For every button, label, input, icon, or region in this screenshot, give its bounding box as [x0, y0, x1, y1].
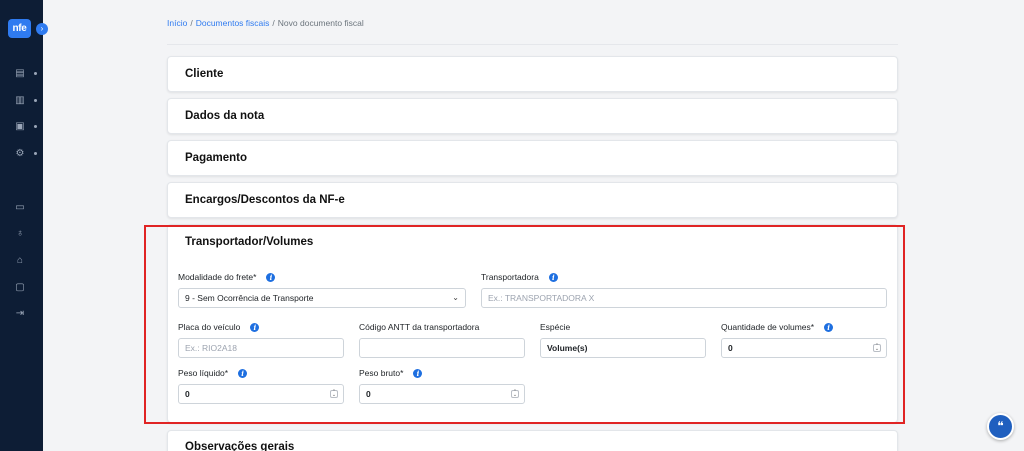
- section-dados-da-nota[interactable]: Dados da nota: [167, 98, 898, 134]
- logout-icon[interactable]: ⇥: [14, 308, 26, 320]
- stepper-icon[interactable]: ⌃ ⌄: [511, 390, 519, 398]
- chat-support-button[interactable]: ❝: [987, 413, 1014, 440]
- info-icon[interactable]: i: [413, 369, 423, 379]
- microphone-icon[interactable]: ♁: [14, 228, 26, 240]
- section-cliente[interactable]: Cliente: [167, 56, 898, 92]
- section-title: Encargos/Descontos da NF-e: [185, 194, 345, 206]
- placeholder-text: Ex.: RIO2A18: [185, 343, 237, 353]
- chevron-right-icon[interactable]: ›: [36, 23, 48, 35]
- info-icon[interactable]: i: [266, 273, 276, 283]
- transportadora-label: Transportadora i: [481, 272, 558, 283]
- breadcrumb-current: Novo documento fiscal: [277, 18, 364, 28]
- breadcrumb-separator: /: [272, 18, 275, 28]
- breadcrumb: Início / Documentos fiscais / Novo documento…: [167, 18, 364, 28]
- breadcrumb-separator: /: [190, 18, 193, 28]
- modalidade-frete-label: Modalidade do frete* i: [178, 272, 276, 283]
- chat-icon[interactable]: ▭: [14, 202, 26, 214]
- label-text: Peso bruto*: [359, 368, 404, 378]
- submenu-indicator: [34, 152, 37, 155]
- section-encargos-descontos[interactable]: Encargos/Descontos da NF-e: [167, 182, 898, 218]
- chevron-down-icon: ⌄: [452, 293, 459, 302]
- label-text: Quantidade de volumes*: [721, 322, 815, 332]
- breadcrumb-home[interactable]: Início: [167, 18, 187, 28]
- transportadora-input[interactable]: Ex.: TRANSPORTADORA X: [481, 288, 887, 308]
- label-text: Placa do veículo: [178, 322, 241, 332]
- divider: [167, 44, 898, 45]
- breadcrumb-documents[interactable]: Documentos fiscais: [196, 18, 270, 28]
- especie-input[interactable]: Volume(s): [540, 338, 706, 358]
- quantidade-volumes-label: Quantidade de volumes* i: [721, 322, 834, 333]
- placa-veiculo-input[interactable]: Ex.: RIO2A18: [178, 338, 344, 358]
- info-icon[interactable]: i: [548, 273, 558, 283]
- section-observacoes-gerais[interactable]: Observações gerais: [167, 430, 898, 451]
- info-icon[interactable]: i: [250, 323, 260, 333]
- submenu-indicator: [34, 125, 37, 128]
- section-transportador-volumes: Transportador/Volumes Modalidade do fret…: [167, 224, 898, 423]
- list-icon[interactable]: ▤: [14, 68, 26, 80]
- peso-bruto-label: Peso bruto* i: [359, 368, 423, 379]
- peso-liquido-label: Peso líquido* i: [178, 368, 248, 379]
- lock-icon[interactable]: ⌂: [14, 255, 26, 267]
- submenu-indicator: [34, 72, 37, 75]
- label-text: Modalidade do frete*: [178, 272, 257, 282]
- section-title: Pagamento: [185, 152, 247, 164]
- section-title[interactable]: Transportador/Volumes: [185, 236, 313, 248]
- section-pagamento[interactable]: Pagamento: [167, 140, 898, 176]
- input-value: 0: [728, 343, 733, 353]
- sidebar: nfe ▤ ▥ ▣ ⚙ ▭ ♁ ⌂ ▢ ⇥: [0, 0, 43, 451]
- peso-bruto-input[interactable]: 0 ⌃ ⌄: [359, 384, 525, 404]
- codigo-antt-label: Código ANTT da transportadora: [359, 322, 480, 332]
- stepper-icon[interactable]: ⌃ ⌄: [330, 390, 338, 398]
- input-value: Volume(s): [547, 343, 588, 353]
- section-title: Observações gerais: [185, 441, 295, 451]
- folder-icon[interactable]: ▣: [14, 121, 26, 133]
- section-title: Dados da nota: [185, 110, 265, 122]
- modalidade-frete-select[interactable]: 9 - Sem Ocorrência de Transporte ⌄: [178, 288, 466, 308]
- placa-veiculo-label: Placa do veículo i: [178, 322, 260, 333]
- quantidade-volumes-input[interactable]: 0 ⌃ ⌄: [721, 338, 887, 358]
- submenu-indicator: [34, 99, 37, 102]
- chat-bubble-icon: ❝: [997, 419, 1004, 433]
- section-title: Cliente: [185, 68, 224, 80]
- app-logo[interactable]: nfe: [8, 19, 31, 38]
- label-text: Transportadora: [481, 272, 539, 282]
- monitor-icon[interactable]: ▢: [14, 282, 26, 294]
- label-text: Peso líquido*: [178, 368, 229, 378]
- chart-icon[interactable]: ▥: [14, 95, 26, 107]
- gear-icon[interactable]: ⚙: [14, 148, 26, 160]
- select-value: 9 - Sem Ocorrência de Transporte: [185, 293, 314, 303]
- placeholder-text: Ex.: TRANSPORTADORA X: [488, 293, 595, 303]
- input-value: 0: [185, 389, 190, 399]
- info-icon[interactable]: i: [238, 369, 248, 379]
- codigo-antt-input[interactable]: [359, 338, 525, 358]
- stepper-icon[interactable]: ⌃ ⌄: [873, 344, 881, 352]
- info-icon[interactable]: i: [824, 323, 834, 333]
- especie-label: Espécie: [540, 322, 571, 332]
- peso-liquido-input[interactable]: 0 ⌃ ⌄: [178, 384, 344, 404]
- input-value: 0: [366, 389, 371, 399]
